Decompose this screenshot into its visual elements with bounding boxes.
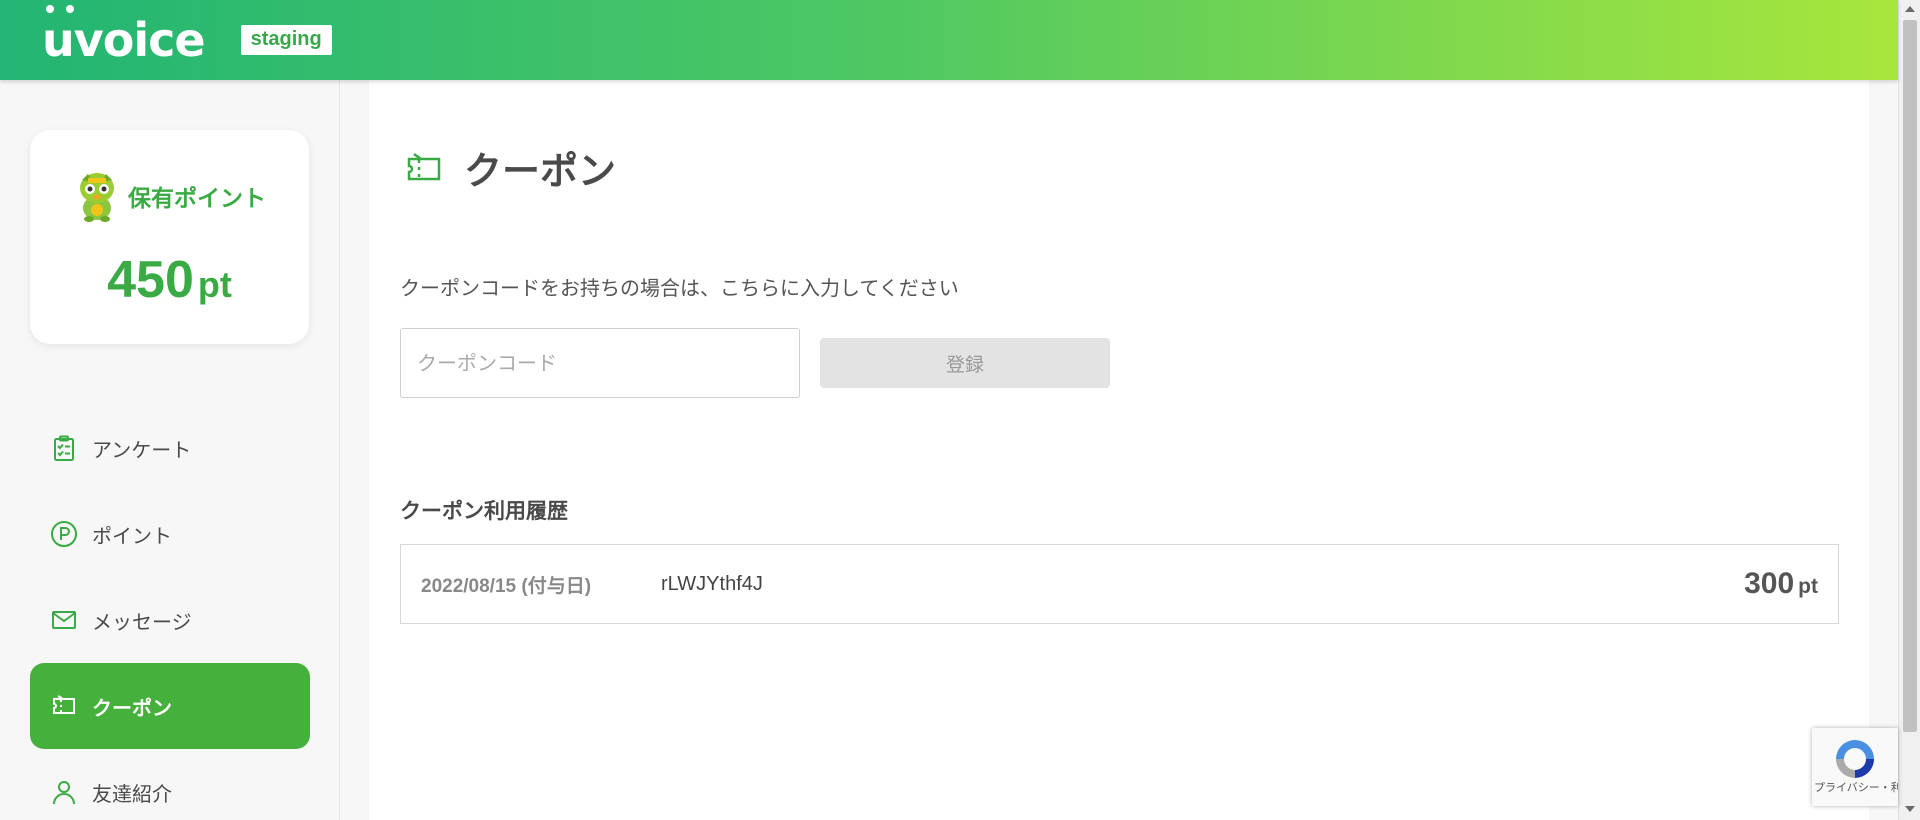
register-button[interactable]: 登録 xyxy=(820,338,1110,388)
main-content: クーポン クーポンコードをお持ちの場合は、こちらに入力してください 登録 クーポ… xyxy=(369,80,1869,820)
page-scrollbar[interactable] xyxy=(1898,0,1920,820)
clipboard-check-icon xyxy=(54,435,74,461)
ticket-icon xyxy=(407,152,441,180)
sidebar-item-label: メッセージ xyxy=(92,609,192,634)
points-unit: pt xyxy=(197,264,232,305)
scroll-thumb[interactable] xyxy=(1903,20,1917,732)
history-points-unit: pt xyxy=(1798,575,1818,598)
point-circle-icon xyxy=(51,521,77,547)
ticket-icon xyxy=(53,695,75,714)
uvoice-logo[interactable]: u voice xyxy=(42,5,206,63)
page-title-row: クーポン xyxy=(404,140,616,195)
sidebar-item-coupon[interactable]: クーポン xyxy=(30,663,310,749)
recaptcha-icon xyxy=(1836,740,1874,778)
points-header: 保有ポイント xyxy=(74,170,266,222)
history-coupon-code: rLWJYthf4J xyxy=(661,572,763,595)
sidebar-item-label: 友達紹介 xyxy=(92,781,172,806)
coupon-history-title: クーポン利用履歴 xyxy=(400,499,568,523)
points-label: 保有ポイント xyxy=(128,186,266,212)
recaptcha-badge[interactable]: プライバシー・利用規約 xyxy=(1812,728,1898,806)
points-value: 450 pt xyxy=(30,250,309,310)
sidebar-item-survey[interactable]: アンケート xyxy=(30,405,310,491)
history-date: 2022/08/15 (付与日) xyxy=(421,575,592,597)
coupon-code-input[interactable] xyxy=(400,328,800,398)
sidebar-item-messages[interactable]: メッセージ xyxy=(30,577,310,663)
coupon-history-row: 2022/08/15 (付与日) rLWJYthf4J 300 pt xyxy=(400,544,1839,624)
sidebar-item-label: アンケート xyxy=(92,437,192,462)
logo-u-letter: u xyxy=(42,5,75,63)
scroll-down-arrow-icon[interactable] xyxy=(1905,806,1915,812)
envelope-icon xyxy=(52,611,76,629)
coupon-instruction: クーポンコードをお持ちの場合は、こちらに入力してください xyxy=(400,276,959,300)
points-card: 保有ポイント 450 pt xyxy=(30,130,309,344)
sidebar-item-points[interactable]: ポイント xyxy=(30,491,310,577)
sidebar-item-label: ポイント xyxy=(92,523,172,548)
sidebar-item-referral[interactable]: 友達紹介 xyxy=(30,749,310,820)
sidebar: 保有ポイント 450 pt アンケート ポイント メッセージ クーポン 友達紹介 xyxy=(0,80,340,820)
history-points-number: 300 xyxy=(1744,567,1795,600)
scroll-up-arrow-icon[interactable] xyxy=(1905,6,1915,12)
sidebar-nav: アンケート ポイント メッセージ クーポン 友達紹介 xyxy=(30,405,310,820)
mascot-icon xyxy=(74,170,120,222)
page-title: クーポン xyxy=(464,149,617,193)
sidebar-item-label: クーポン xyxy=(92,695,172,720)
logo-text: voice xyxy=(73,13,206,67)
logo-dots xyxy=(46,5,74,13)
points-number: 450 xyxy=(107,251,194,309)
environment-badge: staging xyxy=(240,25,332,55)
recaptcha-links[interactable]: プライバシー・利用規約 xyxy=(1814,782,1898,794)
app-header: u voice staging xyxy=(0,0,1898,80)
history-points: 300 pt xyxy=(1744,567,1818,601)
person-icon xyxy=(53,781,75,805)
